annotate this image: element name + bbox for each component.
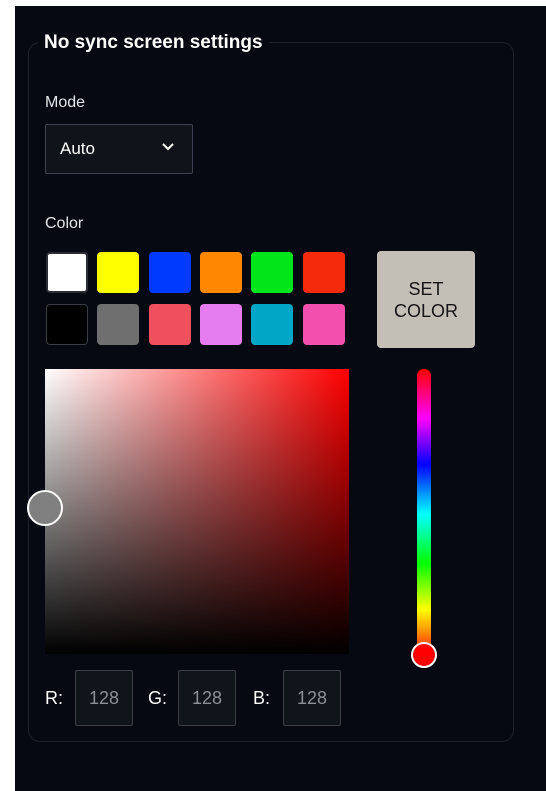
g-input[interactable] [178,670,236,726]
saturation-brightness-handle[interactable] [27,490,63,526]
b-input[interactable] [283,670,341,726]
b-label: B: [253,688,271,708]
chevron-down-icon [162,143,174,151]
swatch-blue[interactable] [149,252,191,293]
swatch-green[interactable] [251,252,293,293]
mode-select[interactable]: Auto [45,124,193,174]
hue-slider-handle[interactable] [411,642,437,668]
g-label: G: [148,688,168,708]
mode-select-value: Auto [60,139,95,158]
mode-label: Mode [45,94,86,111]
panel-title: No sync screen settings [38,32,269,54]
hue-slider[interactable] [417,369,431,659]
swatch-teal[interactable] [251,304,293,345]
swatch-gray[interactable] [97,304,139,345]
set-color-button[interactable]: SET COLOR [377,251,475,348]
swatch-red[interactable] [303,252,345,293]
swatch-pink[interactable] [303,304,345,345]
saturation-brightness-picker[interactable] [45,369,349,654]
set-color-label: SET COLOR [393,278,458,321]
r-input[interactable] [75,670,133,726]
swatch-orange[interactable] [200,252,242,293]
swatch-white[interactable] [46,252,88,293]
swatch-black[interactable] [46,304,88,345]
r-label: R: [45,688,63,708]
swatch-yellow[interactable] [97,252,139,293]
swatch-coral[interactable] [149,304,191,345]
swatch-violet[interactable] [200,304,242,345]
color-label: Color [45,215,84,232]
